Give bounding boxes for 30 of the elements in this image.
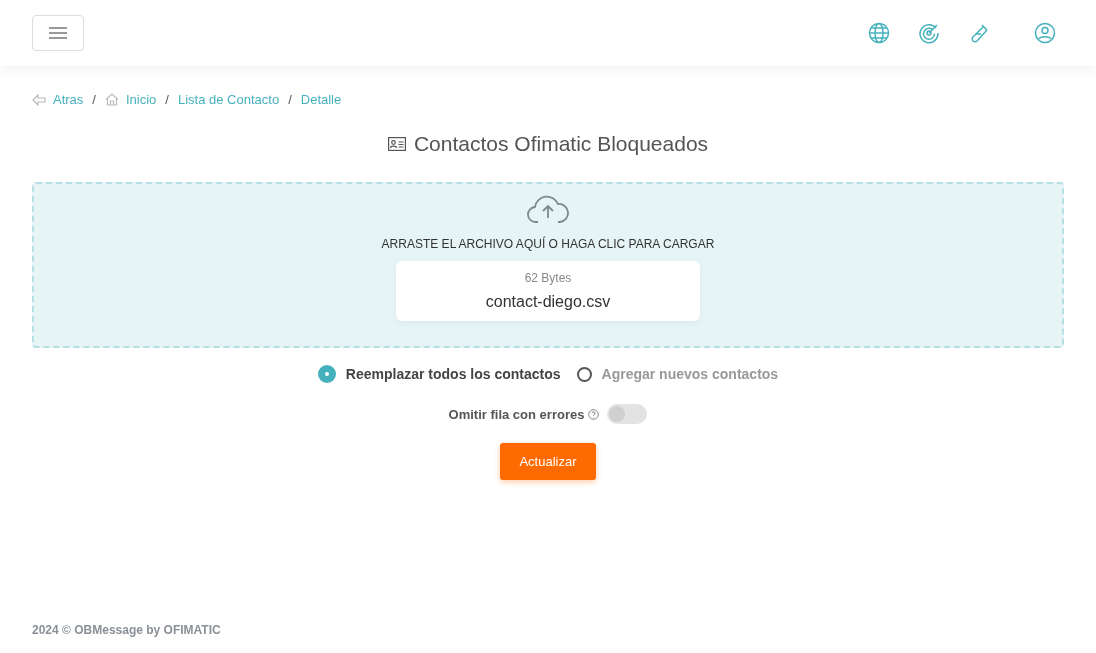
- radio-label: Agregar nuevos contactos: [601, 366, 779, 382]
- radio-button[interactable]: [576, 366, 592, 382]
- file-size: 62 Bytes: [524, 271, 572, 285]
- toggle-switch[interactable]: [607, 404, 648, 424]
- menu-button[interactable]: [32, 15, 84, 51]
- page-title: Contactos Ofimatic Bloqueados: [413, 132, 709, 156]
- update-button[interactable]: Actualizar: [500, 443, 596, 480]
- menu-icon: [49, 27, 67, 39]
- breadcrumb-link[interactable]: Lista de Contacto: [177, 92, 280, 107]
- globe-icon[interactable]: [868, 22, 890, 44]
- id-card-icon: [387, 137, 406, 151]
- user-icon[interactable]: [1034, 22, 1056, 44]
- radio-button[interactable]: [317, 365, 336, 383]
- dropzone-prompt: ARRASTE EL ARCHIVO AQUÍ O HAGA CLIC PARA CARGAR: [381, 237, 715, 251]
- toggle-label: Omitir fila con errores: [448, 406, 585, 422]
- footer-text: 2024 © OBMessage by OFIMATIC: [32, 623, 221, 637]
- help-icon: [588, 408, 600, 420]
- back-arrow-icon: [32, 93, 46, 106]
- breadcrumb-link[interactable]: Inicio: [125, 92, 157, 107]
- target-icon[interactable]: [918, 22, 940, 44]
- breadcrumb-separator: /: [165, 92, 169, 107]
- breadcrumb-separator: /: [92, 92, 96, 107]
- file-dropzone[interactable]: ARRASTE EL ARCHIVO AQUÍ O HAGA CLIC PARA CARGAR 62 Bytes contact-diego.csv: [32, 182, 1064, 348]
- breadcrumb-link[interactable]: Detalle: [300, 92, 342, 107]
- home-icon: [104, 93, 119, 106]
- radio-label: Reemplazar todos los contactos: [345, 366, 561, 382]
- breadcrumb-link[interactable]: Atras: [53, 92, 84, 107]
- breadcrumb-separator: /: [288, 92, 292, 107]
- cloud-upload-icon: [527, 194, 569, 224]
- file-name: contact-diego.csv: [485, 293, 611, 311]
